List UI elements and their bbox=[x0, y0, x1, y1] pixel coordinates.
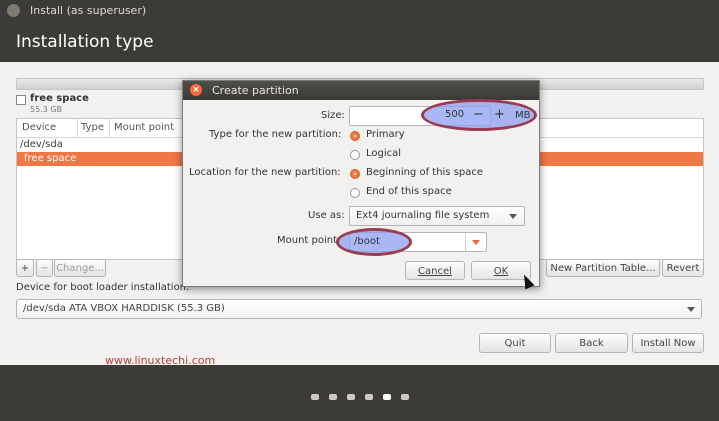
change-partition-button[interactable]: Change... bbox=[54, 259, 106, 277]
use-as-select[interactable]: Ext4 journaling file system bbox=[349, 206, 525, 226]
size-input[interactable]: 500 bbox=[445, 109, 464, 120]
column-header-device[interactable]: Device bbox=[22, 122, 56, 133]
quit-button[interactable]: Quit bbox=[479, 333, 551, 353]
mount-point-label: Mount point: bbox=[277, 235, 341, 246]
remove-partition-button[interactable]: − bbox=[36, 259, 53, 277]
size-increment-button[interactable]: + bbox=[494, 107, 505, 122]
chevron-down-icon bbox=[509, 214, 517, 219]
size-unit: MB bbox=[515, 110, 531, 121]
type-label: Type for the new partition: bbox=[209, 129, 342, 140]
progress-dot bbox=[401, 394, 409, 400]
location-label: Location for the new partition: bbox=[189, 167, 341, 178]
progress-dot-current bbox=[383, 394, 391, 400]
progress-dots bbox=[311, 390, 419, 403]
page-title: Installation type bbox=[16, 32, 154, 52]
close-icon[interactable] bbox=[7, 4, 20, 17]
radio-end[interactable] bbox=[350, 188, 360, 198]
page-header: Installation type bbox=[0, 22, 719, 62]
radio-primary[interactable] bbox=[350, 131, 360, 141]
progress-dot bbox=[365, 394, 373, 400]
cancel-button[interactable]: Cancel bbox=[405, 261, 465, 280]
close-icon[interactable]: × bbox=[190, 84, 202, 96]
create-partition-dialog: × Create partition Size: 500 − + MB Type… bbox=[182, 80, 540, 287]
new-partition-table-button[interactable]: New Partition Table... bbox=[546, 259, 660, 277]
legend-size: 55.3 GB bbox=[30, 105, 63, 114]
use-as-label: Use as: bbox=[308, 210, 345, 221]
row-device: free space bbox=[24, 153, 77, 164]
location-option-beginning[interactable]: Beginning of this space bbox=[366, 167, 483, 178]
radio-logical[interactable] bbox=[350, 150, 360, 160]
progress-dot bbox=[329, 394, 337, 400]
install-now-button[interactable]: Install Now bbox=[632, 333, 704, 353]
dialog-title: Create partition bbox=[212, 84, 299, 97]
row-device: /dev/sda bbox=[20, 139, 63, 150]
progress-dot bbox=[311, 394, 319, 400]
use-as-value: Ext4 journaling file system bbox=[356, 210, 490, 221]
type-option-primary[interactable]: Primary bbox=[366, 129, 405, 140]
dialog-titlebar: × Create partition bbox=[183, 81, 539, 100]
boot-loader-select[interactable]: /dev/sda ATA VBOX HARDDISK (55.3 GB) bbox=[16, 299, 702, 319]
type-option-logical[interactable]: Logical bbox=[366, 148, 401, 159]
add-partition-button[interactable]: + bbox=[16, 259, 34, 277]
column-header-type[interactable]: Type bbox=[81, 122, 104, 133]
free-space-legend-swatch bbox=[16, 95, 26, 105]
boot-loader-label: Device for boot loader installation: bbox=[16, 282, 190, 293]
boot-loader-value: /dev/sda ATA VBOX HARDDISK (55.3 GB) bbox=[23, 303, 225, 314]
location-option-end[interactable]: End of this space bbox=[366, 186, 452, 197]
footer bbox=[0, 365, 719, 421]
window-title: Install (as superuser) bbox=[30, 4, 147, 17]
column-header-mount-point[interactable]: Mount point bbox=[114, 122, 174, 133]
chevron-down-icon bbox=[687, 307, 695, 312]
progress-dot bbox=[347, 394, 355, 400]
mount-point-input[interactable]: /boot bbox=[354, 236, 380, 247]
back-button[interactable]: Back bbox=[555, 333, 628, 353]
size-label: Size: bbox=[321, 110, 345, 121]
size-decrement-button[interactable]: − bbox=[473, 107, 484, 122]
legend-name: free space bbox=[30, 93, 89, 104]
window-titlebar: Install (as superuser) bbox=[0, 0, 719, 22]
chevron-down-icon bbox=[472, 240, 480, 245]
revert-button[interactable]: Revert bbox=[662, 259, 704, 277]
radio-beginning[interactable] bbox=[350, 169, 360, 179]
